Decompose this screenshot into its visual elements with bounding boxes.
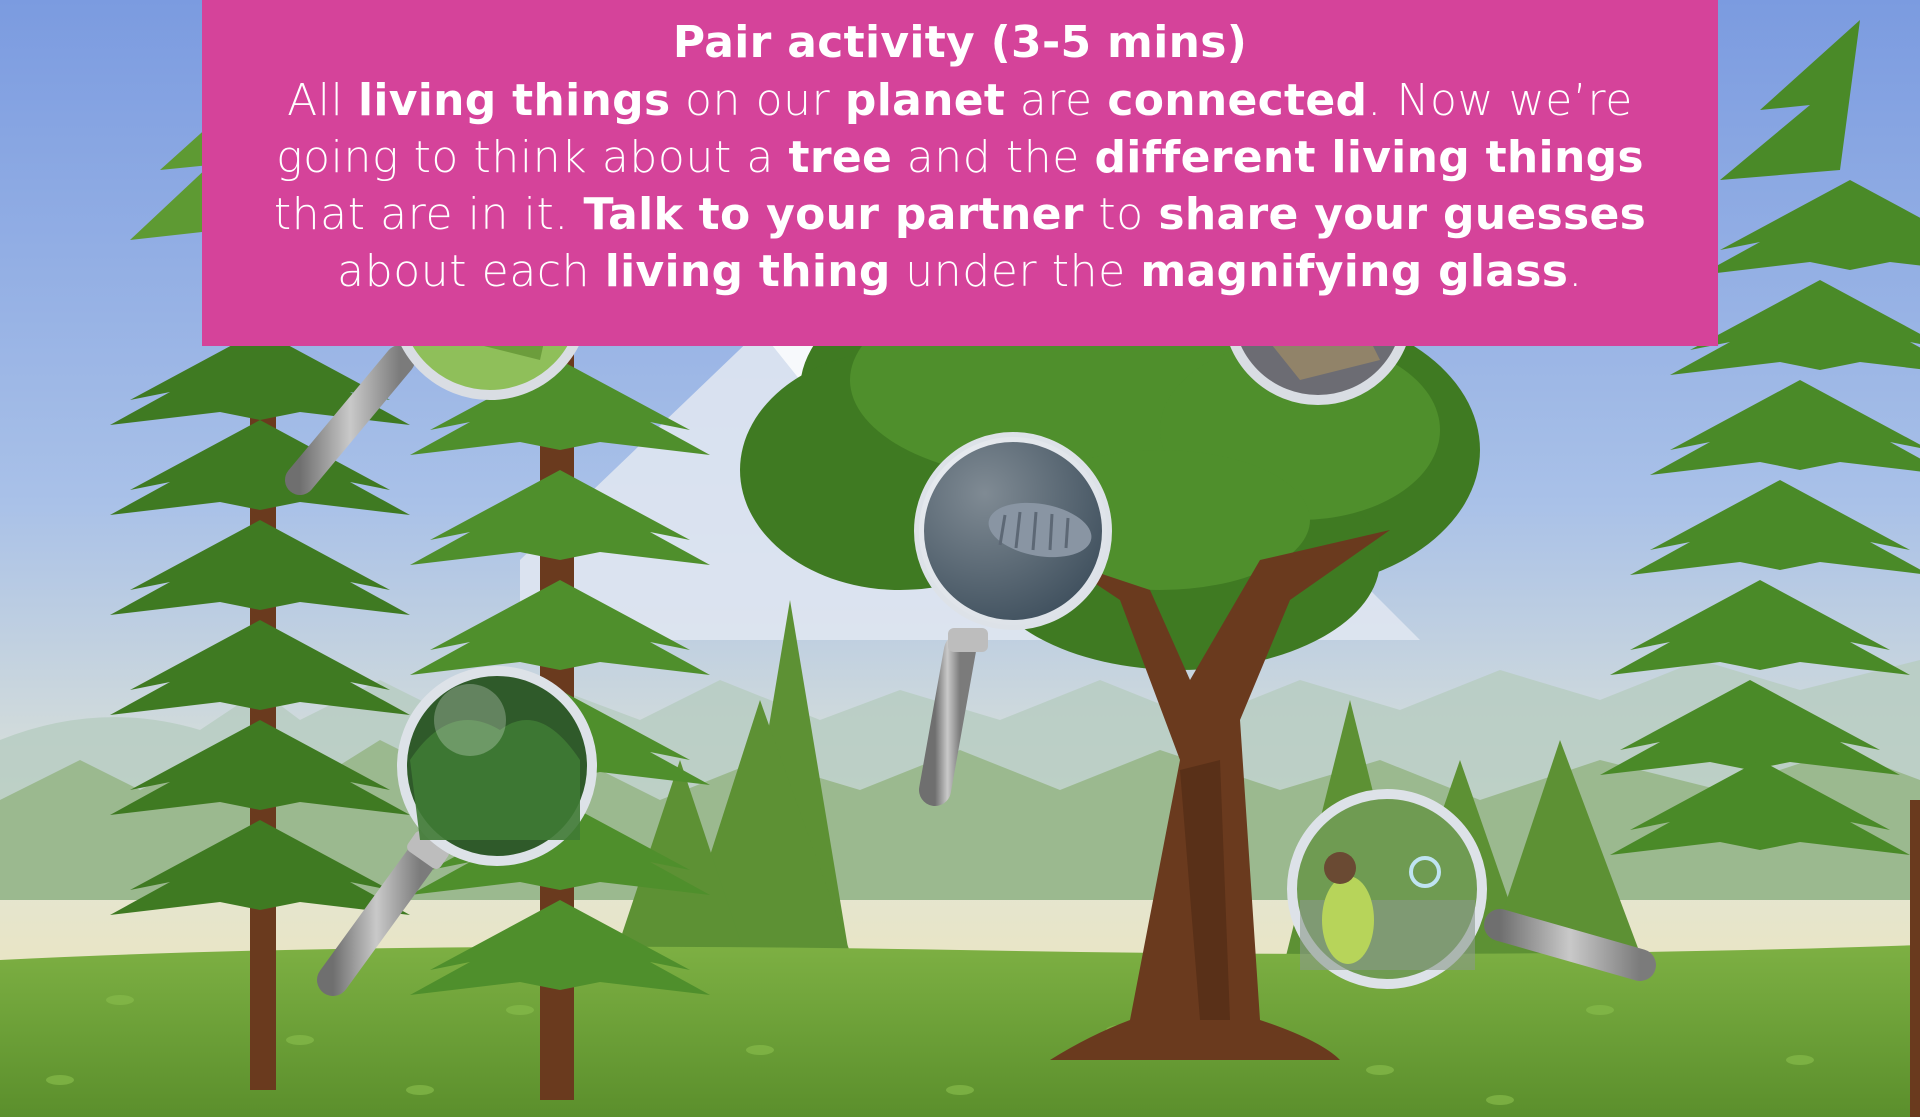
emphasis-text: different living things bbox=[1094, 132, 1644, 183]
instruction-text: going to think about a bbox=[276, 132, 789, 183]
instruction-line: All living things on our planet are conn… bbox=[202, 72, 1718, 129]
emphasis-text: living thing bbox=[604, 246, 891, 297]
emphasis-text: Talk to your partner bbox=[583, 189, 1084, 240]
instruction-text: . Now we’re bbox=[1367, 75, 1633, 126]
emphasis-text: tree bbox=[788, 132, 893, 183]
activity-banner: Pair activity (3-5 mins) All living thin… bbox=[202, 0, 1718, 346]
instruction-text: All bbox=[287, 75, 359, 126]
emphasis-text: connected bbox=[1107, 75, 1368, 126]
instruction-line: that are in it. Talk to your partner to … bbox=[202, 186, 1718, 243]
instruction-line: about each living thing under the magnif… bbox=[202, 243, 1718, 300]
emphasis-text: magnifying glass bbox=[1140, 246, 1569, 297]
emphasis-text: living things bbox=[358, 75, 671, 126]
instruction-text: about each bbox=[337, 246, 605, 297]
instruction-text: on our bbox=[670, 75, 845, 126]
instruction-text: that are in it. bbox=[273, 189, 584, 240]
instruction-text: . bbox=[1568, 246, 1583, 297]
instruction-line: going to think about a tree and the diff… bbox=[202, 129, 1718, 186]
instruction-text: to bbox=[1083, 189, 1159, 240]
instruction-text: are bbox=[1005, 75, 1108, 126]
emphasis-text: planet bbox=[844, 75, 1006, 126]
activity-instructions: All living things on our planet are conn… bbox=[202, 72, 1718, 300]
instruction-text: under the bbox=[890, 246, 1141, 297]
instruction-text: and the bbox=[892, 132, 1095, 183]
activity-title: Pair activity (3-5 mins) bbox=[672, 17, 1248, 68]
emphasis-text: share your guesses bbox=[1158, 189, 1647, 240]
